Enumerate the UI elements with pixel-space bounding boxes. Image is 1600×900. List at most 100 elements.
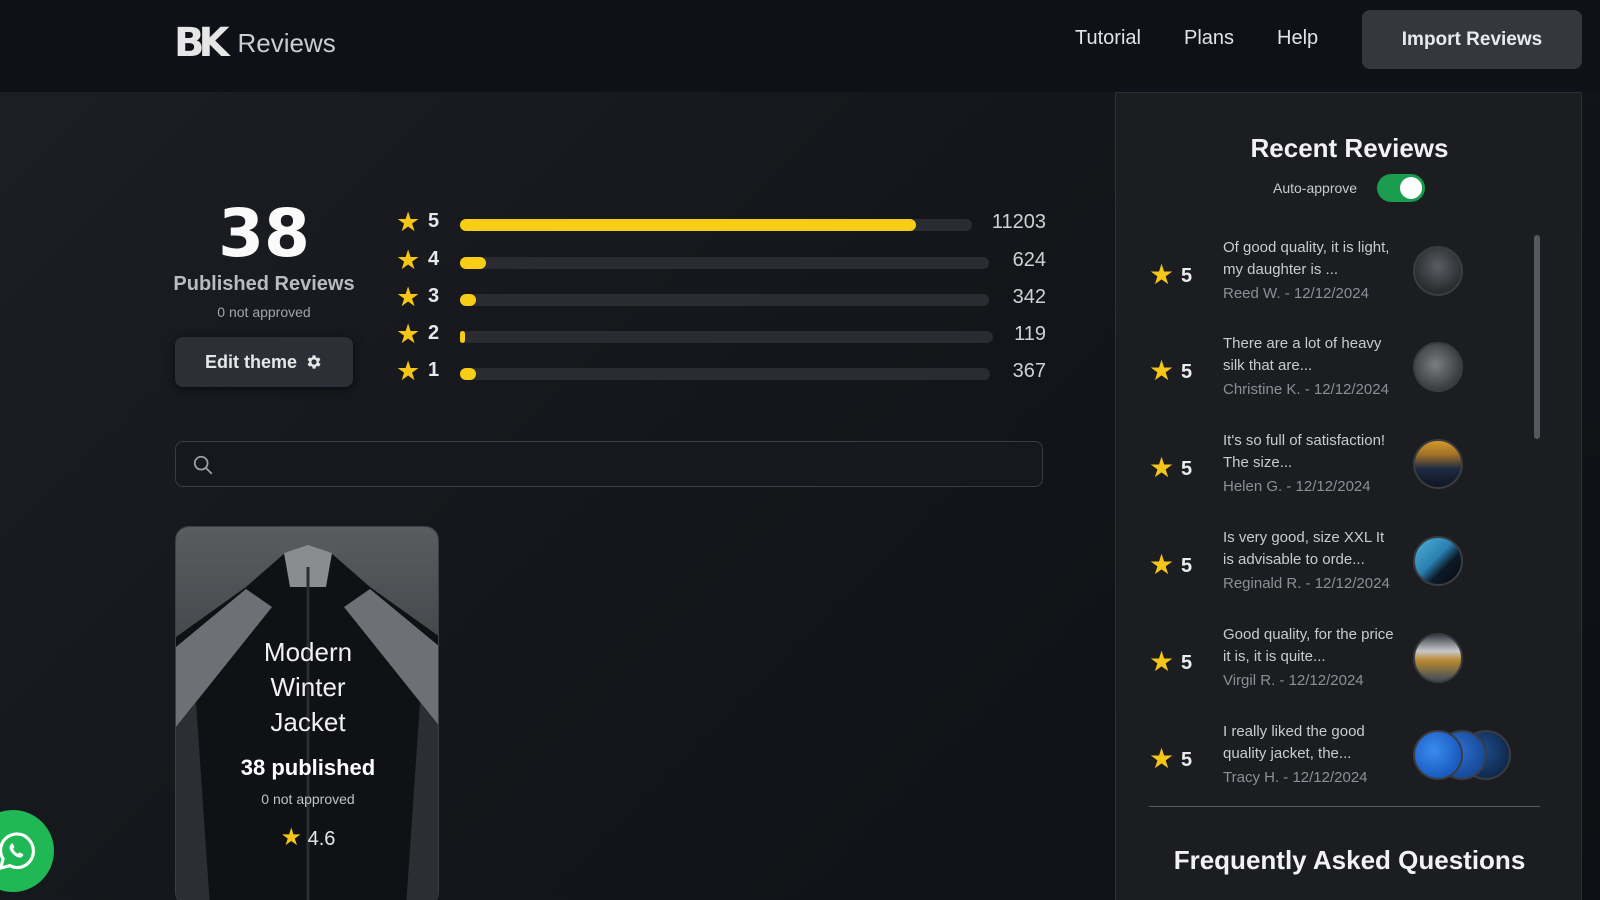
star-icon: ★ (396, 245, 421, 275)
edit-theme-button[interactable]: Edit theme (175, 337, 353, 387)
star-icon: ★ (280, 824, 303, 851)
review-rating: 5 (1181, 361, 1193, 383)
product-published: 38 published (240, 755, 376, 780)
review-thumbnail (1413, 633, 1463, 683)
logo-mark: BK (174, 20, 230, 66)
star-icon: ★ (1149, 355, 1175, 386)
star-icon: ★ (1149, 259, 1175, 290)
rating-label: 1 (428, 359, 440, 381)
review-item[interactable]: ★ 5 Good quality, for the price it is, i… (1149, 626, 1509, 716)
review-meta: Reginald R. - 12/12/2024 (1223, 575, 1390, 592)
whatsapp-chat-button[interactable] (0, 810, 54, 892)
product-name: Modern Winter Jacket (263, 637, 353, 737)
star-icon: ★ (396, 207, 421, 237)
review-item[interactable]: ★ 5 Of good quality, it is light, my dau… (1149, 239, 1509, 329)
review-rating: 5 (1181, 555, 1193, 577)
rating-bar-track (460, 294, 989, 306)
rating-row-1: ★ 1 367 (396, 356, 1046, 386)
review-text: Is very good, size XXL It is advisable t… (1223, 529, 1385, 568)
star-icon: ★ (396, 319, 421, 349)
review-thumbnail (1413, 439, 1463, 489)
rating-bar-fill (460, 257, 487, 269)
rating-label: 2 (428, 322, 440, 344)
rating-bar-track (460, 257, 989, 269)
nav-plans[interactable]: Plans (1184, 27, 1234, 50)
rating-label: 4 (428, 248, 440, 270)
divider (1149, 806, 1540, 807)
rating-label: 5 (428, 210, 440, 232)
review-rating: 5 (1181, 652, 1193, 674)
review-text: I really liked the good quality jacket, … (1223, 723, 1365, 762)
product-not-approved: 0 not approved (261, 791, 355, 807)
star-icon: ★ (396, 282, 421, 312)
auto-approve-label: Auto-approve (1273, 180, 1358, 196)
rating-bar-track (460, 368, 990, 380)
star-icon: ★ (1149, 743, 1175, 774)
star-icon: ★ (1149, 452, 1175, 483)
review-rating: 5 (1181, 749, 1193, 771)
rating-label: 3 (428, 285, 440, 307)
rating-bar-track (460, 331, 993, 343)
faq-title: Frequently Asked Questions (1173, 845, 1526, 875)
review-item[interactable]: ★ 5 Is very good, size XXL It is advisab… (1149, 529, 1509, 619)
import-reviews-button[interactable]: Import Reviews (1362, 10, 1582, 69)
rating-row-3: ★ 3 342 (396, 282, 1046, 312)
rating-bar-fill (460, 294, 476, 306)
review-meta: Christine K. - 12/12/2024 (1223, 381, 1389, 398)
top-header: BK Reviews Tutorial Plans Help Import Re… (0, 0, 1600, 92)
review-thumbnail (1413, 730, 1463, 780)
rating-count: 11203 (991, 211, 1046, 233)
rating-bar-track (460, 219, 972, 231)
whatsapp-icon (0, 832, 35, 870)
nav-tutorial[interactable]: Tutorial (1075, 27, 1141, 50)
nav-help[interactable]: Help (1277, 27, 1318, 50)
review-text: Good quality, for the price it is, it is… (1223, 626, 1394, 665)
gear-icon (307, 355, 321, 369)
not-approved-label: 0 not approved (217, 304, 311, 320)
star-icon: ★ (1149, 549, 1175, 580)
review-text: It's so full of satisfaction! The size..… (1223, 432, 1386, 471)
product-card[interactable]: Modern Winter Jacket 38 published 0 not … (175, 526, 439, 900)
rating-row-4: ★ 4 624 (396, 245, 1046, 275)
review-thumbnail (1413, 342, 1463, 392)
review-item[interactable]: ★ 5 There are a lot of heavy silk that a… (1149, 335, 1509, 425)
review-meta: Helen G. - 12/12/2024 (1223, 478, 1371, 495)
rating-count: 624 (1012, 249, 1046, 271)
recent-reviews-panel: Recent Reviews Auto-approve ★ 5 Of good … (1115, 92, 1582, 900)
review-meta: Virgil R. - 12/12/2024 (1223, 672, 1364, 689)
review-item[interactable]: ★ 5 I really liked the good quality jack… (1149, 723, 1511, 813)
search-icon (193, 455, 213, 475)
rating-bar-fill (460, 331, 466, 343)
review-meta: Reed W. - 12/12/2024 (1223, 285, 1369, 302)
product-rating: ★ 4.6 (176, 823, 438, 852)
published-label: Published Reviews (173, 273, 355, 295)
auto-approve-toggle[interactable] (1377, 174, 1425, 202)
star-icon: ★ (1149, 646, 1175, 677)
rating-row-5: ★ 5 11203 (396, 207, 1046, 237)
review-text: Of good quality, it is light, my daughte… (1223, 239, 1390, 278)
logo[interactable]: BK Reviews (174, 20, 336, 66)
toggle-knob (1400, 177, 1422, 199)
published-count: 38 (218, 195, 310, 272)
star-icon: ★ (396, 356, 421, 386)
review-thumbnail (1413, 246, 1463, 296)
rating-count: 342 (1012, 286, 1046, 308)
review-rating: 5 (1181, 265, 1193, 287)
rating-count: 119 (1014, 323, 1046, 345)
search-input[interactable] (224, 450, 1024, 480)
search-box[interactable] (175, 441, 1043, 487)
review-text: There are a lot of heavy silk that are..… (1223, 335, 1382, 374)
rating-row-2: ★ 2 119 (396, 319, 1046, 349)
review-item[interactable]: ★ 5 It's so full of satisfaction! The si… (1149, 432, 1509, 522)
logo-text: Reviews (237, 27, 336, 58)
rating-bar-fill (460, 219, 916, 231)
reviews-scrollbar[interactable] (1534, 235, 1540, 439)
rating-bar-fill (460, 368, 476, 380)
recent-reviews-title: Recent Reviews (1250, 133, 1449, 163)
edit-theme-label: Edit theme (204, 351, 297, 372)
product-rating-value: 4.6 (307, 828, 336, 850)
review-thumbnail (1413, 536, 1463, 586)
review-rating: 5 (1181, 458, 1193, 480)
rating-count: 367 (1012, 360, 1046, 382)
review-meta: Tracy H. - 12/12/2024 (1223, 769, 1368, 786)
